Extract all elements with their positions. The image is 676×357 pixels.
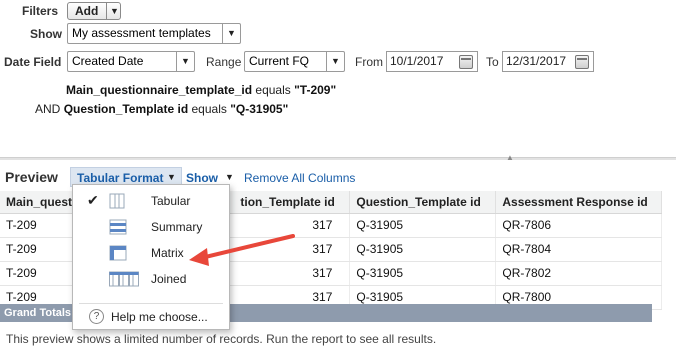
column-header[interactable]: Assessment Response id bbox=[495, 191, 663, 214]
menu-item-tabular[interactable]: ✔ Tabular bbox=[73, 189, 229, 213]
chevron-down-icon[interactable]: ▼ bbox=[167, 172, 176, 182]
show-columns-button[interactable]: Show bbox=[186, 171, 218, 185]
table-cell: Q-31905 bbox=[349, 237, 497, 262]
criterion-value: "Q-31905" bbox=[230, 102, 289, 116]
show-select[interactable]: My assessment templates ▼ bbox=[67, 23, 241, 44]
chevron-down-icon[interactable]: ▼ bbox=[225, 172, 234, 182]
chevron-down-icon[interactable]: ▼ bbox=[110, 3, 119, 19]
show-select-value: My assessment templates bbox=[72, 26, 211, 40]
criterion-operator: equals bbox=[255, 83, 291, 97]
criterion-operator: equals bbox=[191, 102, 227, 116]
table-cell: Q-31905 bbox=[349, 261, 497, 286]
menu-item-label: Help me choose... bbox=[111, 310, 208, 324]
tabular-format-label: Tabular Format bbox=[77, 171, 164, 185]
table-cell: T-209 bbox=[0, 213, 83, 238]
filters-label: Filters bbox=[22, 4, 59, 18]
from-label: From bbox=[355, 55, 383, 69]
date-field-label: Date Field bbox=[4, 55, 62, 69]
preview-title: Preview bbox=[5, 169, 58, 185]
menu-item-label: Matrix bbox=[151, 246, 184, 260]
calendar-icon[interactable] bbox=[459, 55, 473, 69]
criterion-field: Main_questionnaire_template_id bbox=[66, 83, 253, 97]
criterion-field: Question_Template id bbox=[63, 102, 189, 116]
show-label: Show bbox=[30, 27, 62, 41]
chevron-down-icon[interactable]: ▼ bbox=[176, 52, 194, 71]
chevron-down-icon[interactable]: ▼ bbox=[222, 24, 240, 43]
filter-criterion: AND Question_Template id equals "Q-31905… bbox=[35, 102, 288, 116]
summary-format-icon bbox=[109, 219, 127, 235]
table-cell: T-209 bbox=[0, 261, 83, 286]
add-button-label: Add bbox=[75, 4, 99, 18]
divider-handle-icon[interactable]: ▲ bbox=[506, 153, 514, 162]
table-cell: QR-7804 bbox=[495, 237, 663, 262]
add-filter-button[interactable]: Add ▼ bbox=[67, 2, 121, 20]
range-value: Current FQ bbox=[249, 54, 310, 68]
criterion-prefix: AND bbox=[35, 102, 61, 116]
from-date-value: 10/1/2017 bbox=[390, 54, 444, 68]
add-button-divider bbox=[106, 3, 107, 19]
menu-item-label: Tabular bbox=[151, 194, 191, 208]
calendar-icon[interactable] bbox=[575, 55, 589, 69]
menu-item-help[interactable]: ? Help me choose... bbox=[73, 305, 229, 329]
to-date-value: 12/31/2017 bbox=[506, 54, 567, 68]
table-cell: Q-31905 bbox=[349, 213, 497, 238]
menu-item-label: Joined bbox=[151, 272, 187, 286]
help-icon: ? bbox=[89, 309, 104, 324]
checkmark-icon: ✔ bbox=[87, 192, 99, 208]
tabular-format-icon bbox=[109, 193, 125, 209]
column-header[interactable]: Main_questi bbox=[0, 191, 83, 214]
column-header[interactable]: Question_Template id bbox=[349, 191, 497, 214]
remove-all-columns-link[interactable]: Remove All Columns bbox=[244, 171, 355, 185]
table-cell: QR-7802 bbox=[495, 261, 663, 286]
criterion-value: "T-209" bbox=[294, 83, 337, 97]
filter-criterion: Main_questionnaire_template_id equals "T… bbox=[66, 83, 336, 97]
menu-item-joined[interactable]: Joined bbox=[73, 267, 229, 291]
table-cell: QR-7806 bbox=[495, 213, 663, 238]
range-select[interactable]: Current FQ ▼ bbox=[244, 51, 345, 72]
joined-format-icon bbox=[109, 271, 139, 287]
to-label: To bbox=[486, 55, 499, 69]
pane-divider[interactable] bbox=[0, 157, 676, 160]
chevron-down-icon[interactable]: ▼ bbox=[326, 52, 344, 71]
preview-footnote: This preview shows a limited number of r… bbox=[6, 332, 437, 346]
matrix-format-icon bbox=[109, 245, 127, 261]
range-label: Range bbox=[206, 55, 242, 69]
menu-separator bbox=[79, 303, 223, 304]
annotation-arrow-icon bbox=[189, 234, 295, 266]
table-cell: T-209 bbox=[0, 237, 83, 262]
date-field-select[interactable]: Created Date ▼ bbox=[67, 51, 195, 72]
date-field-value: Created Date bbox=[72, 54, 144, 68]
